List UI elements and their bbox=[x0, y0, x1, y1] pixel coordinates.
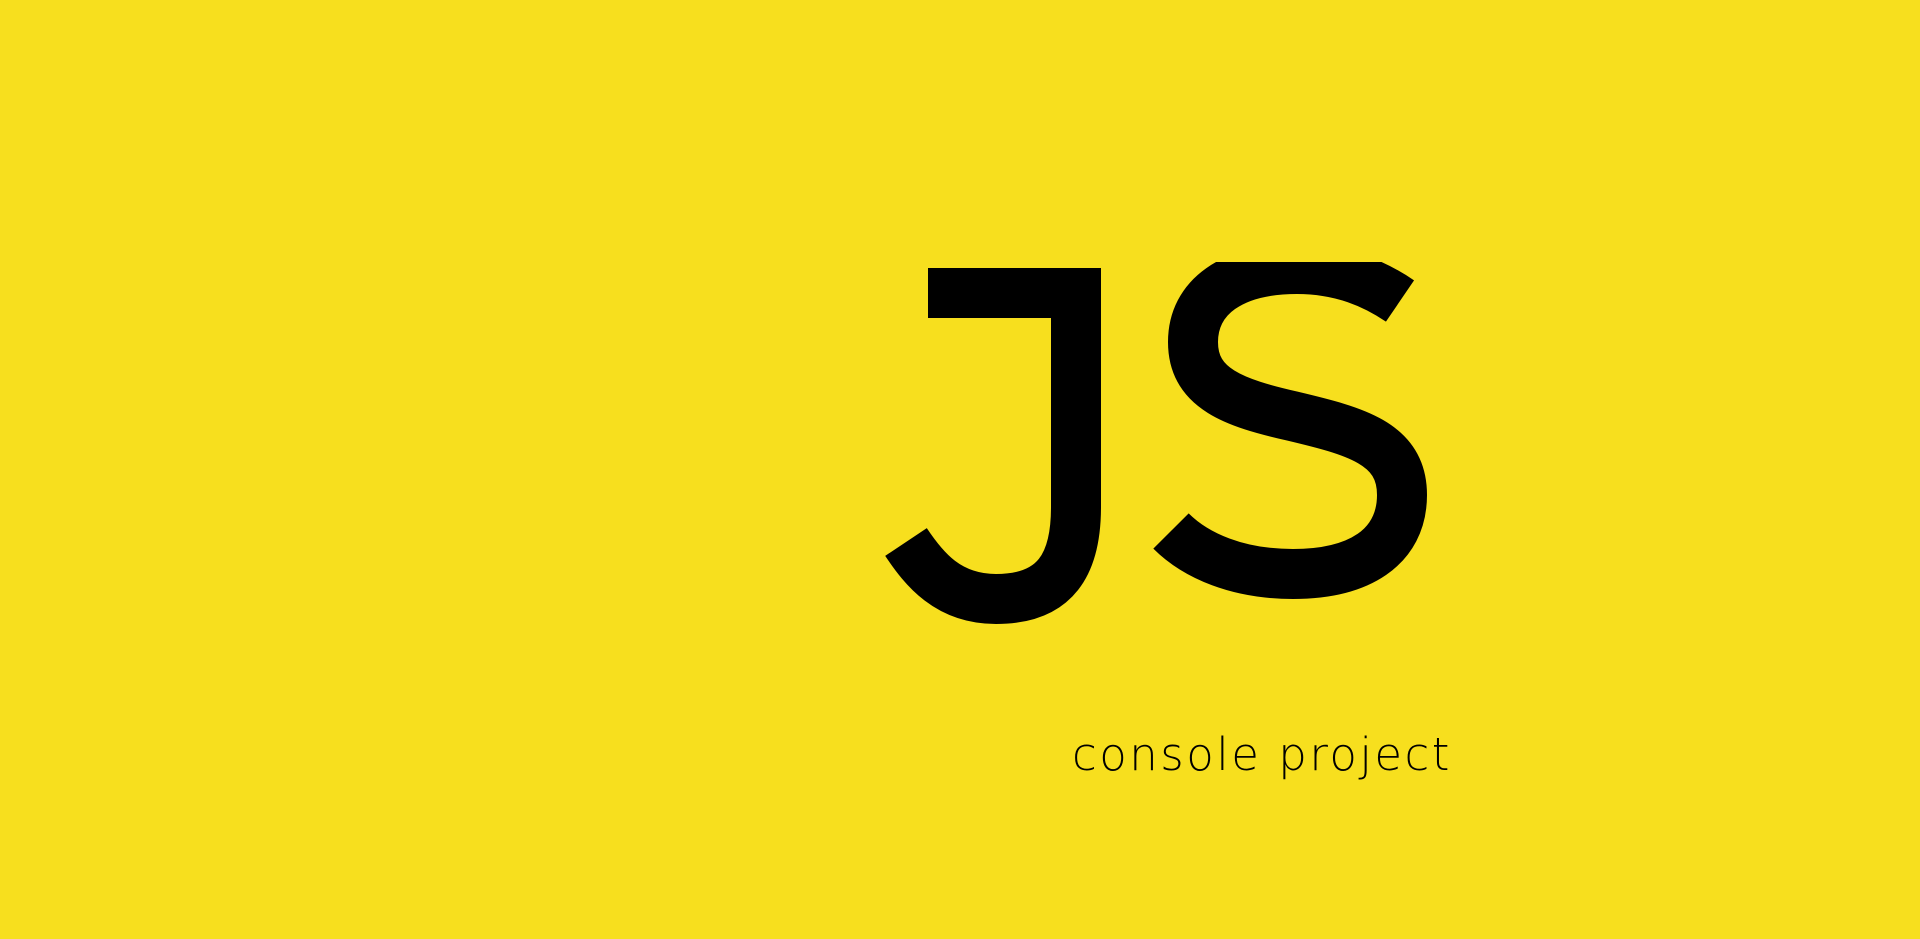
js-logo-svg bbox=[885, 262, 1428, 625]
project-subtitle: console project bbox=[1072, 728, 1452, 781]
logo-letter-s bbox=[1153, 262, 1428, 600]
js-logo-icon bbox=[880, 262, 1440, 632]
logo-letter-j bbox=[885, 268, 1101, 625]
